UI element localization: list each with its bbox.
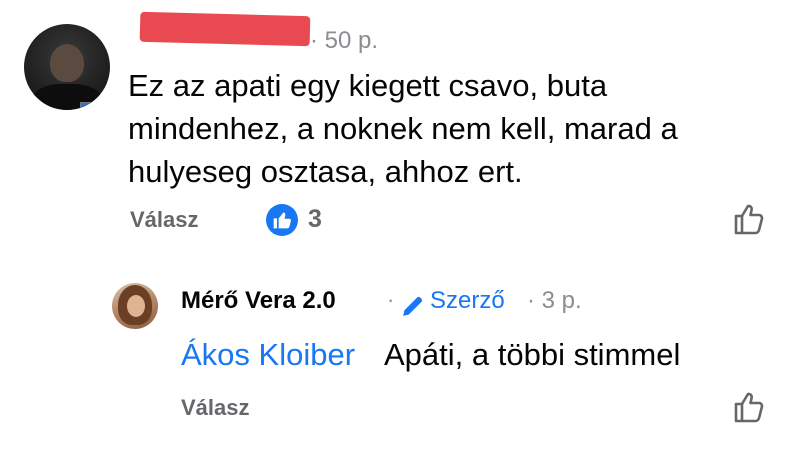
ukraine-flag-icon <box>80 102 104 110</box>
comment-text: Ez az apati egy kiegett csavo, buta mind… <box>128 68 678 189</box>
like-thumbs-up-icon[interactable] <box>731 389 767 425</box>
mention-link[interactable]: Ákos Kloiber <box>181 337 355 373</box>
commenter-avatar[interactable] <box>24 24 110 110</box>
reply-author-avatar[interactable] <box>112 283 158 329</box>
reaction-thumbs-up-icon[interactable] <box>266 204 298 236</box>
reply-timestamp: · 3 p. <box>527 287 582 314</box>
separator-dot: · <box>387 287 395 312</box>
reply-text: Apáti, a többi stimmel <box>384 337 681 372</box>
author-badge: Szerző <box>430 287 505 314</box>
reply-button[interactable]: Válasz <box>130 207 199 233</box>
pencil-icon <box>400 293 426 319</box>
reply-button[interactable]: Válasz <box>181 395 250 421</box>
reply-author-name[interactable]: Mérő Vera 2.0 <box>181 287 336 315</box>
reaction-count[interactable]: 3 <box>308 205 322 234</box>
like-thumbs-up-icon[interactable] <box>731 201 767 237</box>
redacted-author-name <box>139 11 311 47</box>
comment-timestamp: · 50 p. <box>310 27 379 54</box>
